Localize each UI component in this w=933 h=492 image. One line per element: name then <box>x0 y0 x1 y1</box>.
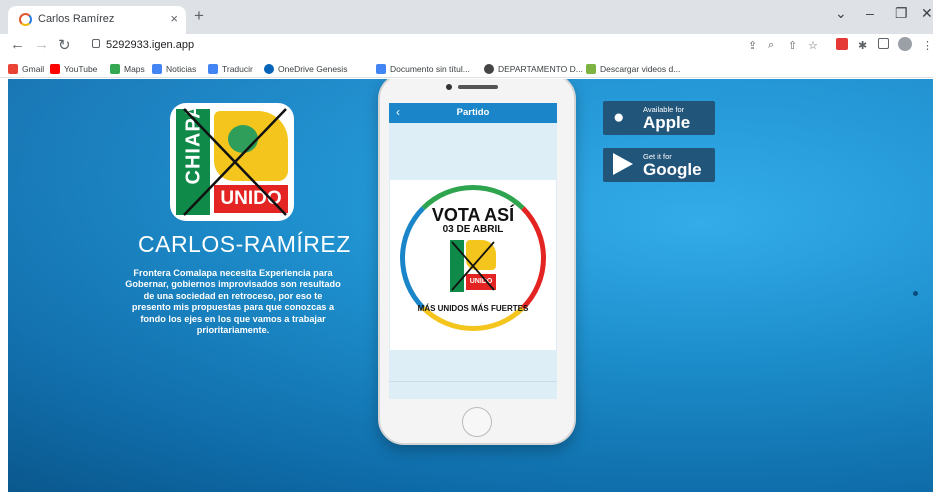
bookmark-gmail[interactable]: Gmail <box>8 62 44 76</box>
phone-screen: ‹ Partido VOTA ASÍ 03 DE ABRIL UNIDO MÁS… <box>389 103 557 399</box>
download-icon <box>586 64 596 74</box>
candidate-description: Frontera Comalapa necesita Experiencia p… <box>125 268 341 336</box>
site-favicon-icon <box>19 13 32 26</box>
app-bar-title: Partido <box>456 107 490 118</box>
tab-title: Carlos Ramírez <box>38 13 115 25</box>
minimize-button[interactable]: – <box>866 5 874 21</box>
bookmark-departamento[interactable]: DEPARTAMENTO D... <box>484 62 583 76</box>
vote-badge-image: VOTA ASÍ 03 DE ABRIL UNIDO MÁS UNIDOS MÁ… <box>390 180 556 350</box>
bookmark-onedrive[interactable]: OneDrive Genesis <box>264 62 347 76</box>
restore-button[interactable]: ❐ <box>895 5 908 22</box>
menu-kebab-icon[interactable]: ⋮ <box>922 39 933 52</box>
tab-close-icon[interactable]: × <box>170 11 178 26</box>
apple-icon: ● <box>613 107 625 128</box>
bookmark-youtube[interactable]: YouTube <box>50 62 97 76</box>
docs-icon <box>376 64 386 74</box>
party-logo: CHIAPAS UNIDO <box>170 103 294 221</box>
badge-title: VOTA ASÍ <box>431 205 515 225</box>
home-button[interactable] <box>462 407 492 437</box>
reload-icon[interactable]: ↻ <box>58 36 71 54</box>
apple-store-button[interactable]: ● Available for Apple <box>603 101 715 135</box>
bookmark-descargar[interactable]: Descargar videos d... <box>586 62 680 76</box>
badge-date: 03 DE ABRIL <box>442 224 504 235</box>
address-bar[interactable]: 5292933.igen.app <box>82 35 722 57</box>
extensions-puzzle-icon[interactable]: ✱ <box>858 39 867 52</box>
pdf-extension-icon[interactable] <box>836 38 848 50</box>
install-app-icon[interactable]: ⇪ <box>748 39 757 52</box>
bookmark-maps[interactable]: Maps <box>110 62 145 76</box>
side-panel-icon[interactable] <box>878 38 889 49</box>
browser-toolbar: ← → ↻ 5292933.igen.app ⇪ ⌕ ⇧ ☆ ✱ ⋮ <box>0 34 933 60</box>
gmail-icon <box>8 64 18 74</box>
bookmark-documento[interactable]: Documento sin títul... <box>376 62 470 76</box>
candidate-name: CARLOS-RAMÍREZ <box>138 231 351 257</box>
maps-icon <box>110 64 120 74</box>
bookmark-noticias[interactable]: Noticias <box>152 62 196 76</box>
onedrive-icon <box>264 64 274 74</box>
new-tab-button[interactable]: + <box>194 6 204 26</box>
profile-avatar-icon[interactable] <box>898 37 912 51</box>
translate-icon <box>208 64 218 74</box>
youtube-icon <box>50 64 60 74</box>
tab-search-icon[interactable]: ⌄ <box>835 5 847 22</box>
page-content: CHIAPAS UNIDO CARLOS-RAMÍREZ Frontera Co… <box>8 79 933 492</box>
badge-slogan: MÁS UNIDOS MÁS FUERTES <box>417 304 529 313</box>
news-icon <box>152 64 162 74</box>
speaker-icon <box>458 85 498 89</box>
badge-mini-logo: UNIDO <box>450 240 496 292</box>
browser-tab[interactable]: Carlos Ramírez × <box>8 6 186 34</box>
url-text: 5292933.igen.app <box>106 39 195 51</box>
globe-icon <box>484 64 494 74</box>
badge-cross-icon <box>451 241 495 291</box>
close-window-button[interactable]: ✕ <box>921 5 933 22</box>
bookmark-star-icon[interactable]: ☆ <box>808 39 818 52</box>
share-icon[interactable]: ⇧ <box>788 39 797 52</box>
lock-icon <box>92 39 100 48</box>
back-arrow-icon[interactable]: ← <box>10 36 25 53</box>
bookmark-traducir[interactable]: Traducir <box>208 62 253 76</box>
google-play-button[interactable]: Get it for Google <box>603 148 715 182</box>
bookmarks-bar: Gmail YouTube Maps Noticias Traducir One… <box>0 60 933 78</box>
page-dot <box>913 291 918 296</box>
cross-mark-icon <box>183 108 287 216</box>
forward-arrow-icon[interactable]: → <box>34 36 49 53</box>
google-play-icon <box>613 153 633 175</box>
phone-mockup: ‹ Partido VOTA ASÍ 03 DE ABRIL UNIDO MÁS… <box>378 79 576 445</box>
camera-icon <box>446 84 452 90</box>
zoom-icon[interactable]: ⌕ <box>768 39 774 52</box>
app-bar: ‹ Partido <box>389 103 557 123</box>
browser-tab-strip: Carlos Ramírez × + ⌄ – ❐ ✕ <box>0 0 933 34</box>
